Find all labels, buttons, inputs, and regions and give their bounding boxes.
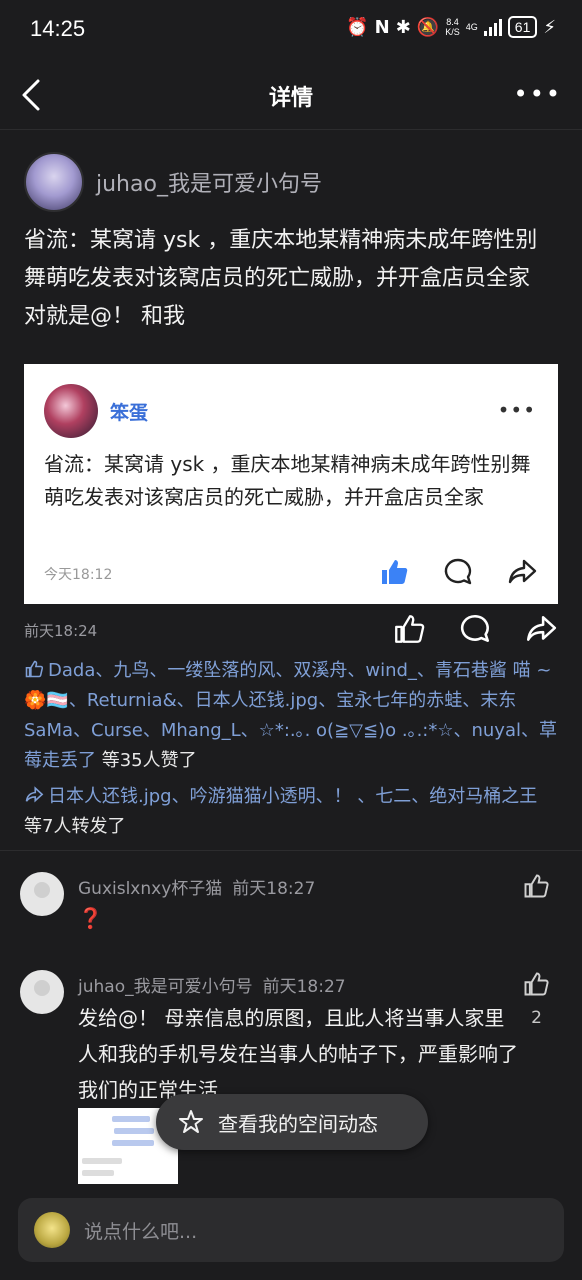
- post-author[interactable]: juhao_我是可爱小句号: [24, 152, 322, 212]
- bluetooth-icon: ✱: [395, 16, 411, 38]
- signal-icon: [483, 18, 502, 36]
- likes-list[interactable]: Dada、九鸟、一缕坠落的风、双溪舟、wind_、青石巷酱 喵 ~ 🏵️🏳️‍⚧…: [24, 656, 560, 776]
- post-actions: [392, 612, 558, 646]
- quoted-post-time: 今天18:12: [44, 567, 113, 583]
- view-my-space-label: 查看我的空间动态: [218, 1111, 378, 1136]
- author-avatar[interactable]: [24, 152, 84, 212]
- nav-bar: 详情 •••: [0, 60, 582, 130]
- quoted-author-avatar[interactable]: [44, 384, 98, 438]
- comment-icon[interactable]: [458, 612, 492, 646]
- commenter-avatar[interactable]: [20, 970, 64, 1014]
- like-icon[interactable]: [392, 612, 426, 646]
- status-icons: ⏰ N ✱ 🔕 8.4 K/S 4G 61 ⚡: [346, 16, 556, 38]
- quoted-post-text: 省流：某窝请 ysk ，重庆本地某精神病未成年跨性别舞萌吃发表对该窝店员的死亡威…: [44, 452, 531, 509]
- net-speed-value: 8.4: [446, 17, 459, 27]
- likes-count[interactable]: 等35人赞了: [96, 750, 197, 771]
- mute-icon: 🔕: [416, 16, 440, 38]
- post-content: 省流：某窝请 ysk ，重庆本地某精神病未成年跨性别舞萌吃发表对该窝店员的死亡威…: [24, 222, 554, 336]
- post-text-line2: 对就是@！ 和我: [24, 304, 185, 329]
- nfc-icon: N: [374, 16, 390, 38]
- share-small-icon: [25, 786, 44, 803]
- commenter-name[interactable]: juhao_我是可爱小句号: [78, 977, 253, 997]
- author-name[interactable]: juhao_我是可爱小句号: [96, 166, 322, 198]
- thumb-chat-bubble: [114, 1128, 154, 1134]
- comment-input-bar[interactable]: 说点什么吧...: [18, 1198, 564, 1262]
- status-bar: 14:25 ⏰ N ✱ 🔕 8.4 K/S 4G 61 ⚡: [0, 0, 582, 60]
- my-avatar: [34, 1212, 70, 1248]
- share-icon[interactable]: [506, 556, 538, 588]
- shares-names[interactable]: 日本人还钱.jpg、吟游猫猫小透明、！ 、七二、绝对马桶之王: [48, 786, 537, 807]
- thumb-chat-bubble: [82, 1158, 122, 1164]
- charging-icon: ⚡: [543, 16, 556, 38]
- network-type: 4G: [465, 22, 478, 32]
- comment-like-icon[interactable]: [522, 872, 550, 900]
- net-speed: 8.4 K/S: [445, 17, 460, 37]
- shares-count[interactable]: 等7人转发了: [24, 816, 125, 837]
- commenter-avatar[interactable]: [20, 872, 64, 916]
- post-text-line1: 省流：某窝请 ysk ，重庆本地某精神病未成年跨性别舞萌吃发表对该窝店员的死亡威…: [24, 228, 538, 291]
- comment-like-icon[interactable]: [522, 970, 550, 998]
- star-icon: [179, 1110, 203, 1133]
- comment-time: 前天18:27: [262, 977, 346, 997]
- commenter-name[interactable]: Guxislxnxy杯子猫: [78, 879, 222, 899]
- quoted-post-card[interactable]: 笨蛋 ••• 省流：某窝请 ysk ，重庆本地某精神病未成年跨性别舞萌吃发表对该…: [24, 364, 558, 604]
- view-my-space-button[interactable]: 查看我的空间动态: [156, 1094, 428, 1150]
- quoted-author-name[interactable]: 笨蛋: [110, 398, 148, 425]
- alarm-icon: ⏰: [346, 16, 369, 38]
- status-time: 14:25: [30, 16, 86, 41]
- quoted-actions: [378, 556, 538, 588]
- thumb-chat-bubble: [82, 1170, 114, 1176]
- like-filled-icon[interactable]: [378, 556, 410, 588]
- share-icon[interactable]: [524, 612, 558, 646]
- post-time: 前天18:24: [24, 622, 98, 640]
- page-title: 详情: [268, 86, 313, 111]
- comment-icon[interactable]: [442, 556, 474, 588]
- comment-time: 前天18:27: [232, 879, 316, 899]
- comment-body: 发给@！ 母亲信息的原图，且此人将当事人家里人和我的手机号发在当事人的帖子下，严…: [78, 1006, 518, 1102]
- battery-indicator: 61: [507, 16, 538, 38]
- commenter-header: juhao_我是可爱小句号 前天18:27: [78, 972, 346, 997]
- commenter-header: Guxislxnxy杯子猫 前天18:27: [78, 874, 315, 899]
- more-options-icon[interactable]: •••: [514, 80, 562, 108]
- comment-like-count: 2: [531, 1008, 542, 1028]
- quoted-more-icon[interactable]: •••: [498, 398, 536, 422]
- shares-list[interactable]: 日本人还钱.jpg、吟游猫猫小透明、！ 、七二、绝对马桶之王 等7人转发了: [24, 782, 560, 842]
- net-speed-unit: K/S: [445, 27, 460, 37]
- comment-input-placeholder[interactable]: 说点什么吧...: [84, 1217, 197, 1244]
- thumb-chat-bubble: [112, 1116, 150, 1122]
- thumb-chat-bubble: [112, 1140, 154, 1146]
- thumbs-up-icon: [25, 660, 44, 678]
- comment-body: ❓: [78, 906, 103, 930]
- divider: [0, 850, 582, 851]
